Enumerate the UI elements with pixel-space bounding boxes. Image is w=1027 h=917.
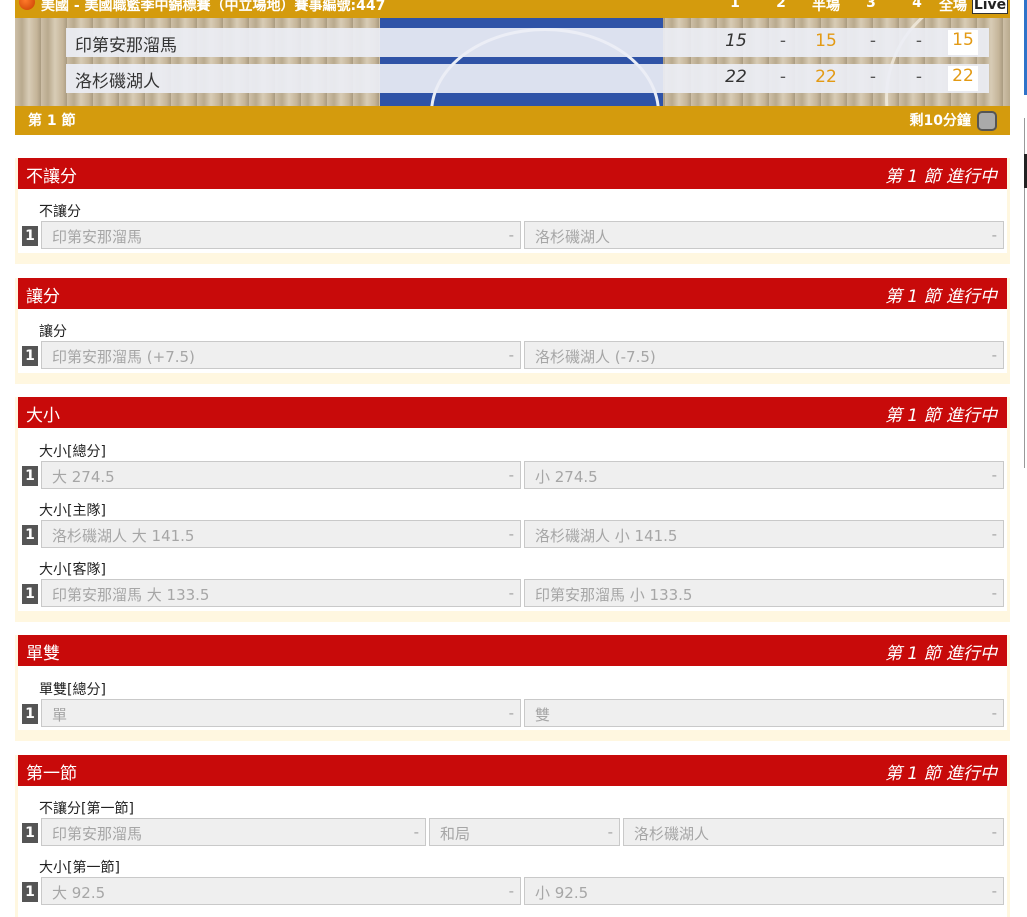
- bet-cell[interactable]: 雙-: [524, 699, 1004, 727]
- section-title: 第一節: [26, 764, 77, 784]
- team-name: 洛杉磯湖人: [75, 72, 160, 92]
- match-title: 美國 - 美國職籃季中錦標賽（中立場地）賽事編號:447: [41, 0, 386, 14]
- bet-cell[interactable]: 洛杉磯湖人 -: [623, 818, 1004, 846]
- score-q3: -: [869, 31, 877, 51]
- section-status: 第 1 節 進行中: [884, 406, 997, 426]
- toggle-button[interactable]: [977, 111, 997, 131]
- section-title: 大小: [26, 406, 60, 426]
- col-q4: 4: [912, 0, 922, 11]
- section-handicap: 讓分 第 1 節 進行中 讓分 1 印第安那溜馬 (+7.5) - 洛杉磯湖人 (…: [15, 278, 1010, 384]
- bet-cell[interactable]: 小 274.5-: [524, 461, 1004, 489]
- bet-cell[interactable]: 大 274.5-: [41, 461, 521, 489]
- row-number: 1: [22, 584, 38, 604]
- section-odd-even: 單雙 第 1 節 進行中 單雙[總分] 1 單- 雙-: [15, 635, 1010, 741]
- section-header: 讓分 第 1 節 進行中: [18, 278, 1007, 309]
- section-title: 不讓分: [26, 167, 77, 187]
- section-first-quarter: 第一節 第 1 節 進行中 不讓分[第一節] 1 印第安那溜馬 - 和局 - 洛杉磯…: [15, 755, 1010, 917]
- row-number: 1: [22, 882, 38, 902]
- col-q2: 2: [776, 0, 786, 11]
- market-label: 讓分: [39, 324, 67, 340]
- market-label: 大小[總分]: [39, 444, 106, 460]
- col-full: 全場: [939, 0, 967, 14]
- row-number: 1: [22, 346, 38, 366]
- section-header: 大小 第 1 節 進行中: [18, 397, 1007, 428]
- current-period: 第 1 節: [28, 113, 76, 129]
- team-name: 印第安那溜馬: [75, 36, 177, 56]
- section-moneyline: 不讓分 第 1 節 進行中 不讓分 1 印第安那溜馬 - 洛杉磯湖人 -: [15, 158, 1010, 264]
- row-number: 1: [22, 226, 38, 246]
- section-status: 第 1 節 進行中: [884, 644, 997, 664]
- bet-cell[interactable]: 單-: [41, 699, 521, 727]
- bet-cell[interactable]: 洛杉磯湖人 -: [524, 221, 1004, 249]
- section-header: 單雙 第 1 節 進行中: [18, 635, 1007, 666]
- col-q1: 1: [730, 0, 740, 11]
- score-half: 22: [815, 67, 837, 87]
- market-label: 大小[第一節]: [39, 860, 120, 876]
- section-status: 第 1 節 進行中: [884, 287, 997, 307]
- section-title: 讓分: [26, 287, 60, 307]
- bet-cell[interactable]: 大 92.5-: [41, 877, 521, 905]
- score-q4: -: [915, 67, 923, 87]
- score-full: 15: [948, 30, 978, 55]
- team-score-row-away: 印第安那溜馬 15 - 15 - - 15: [66, 28, 989, 57]
- live-badge: Live: [972, 0, 1008, 14]
- bet-cell[interactable]: 和局 -: [429, 818, 620, 846]
- market-label: 大小[主隊]: [39, 503, 106, 519]
- time-remaining: 剩10分鐘: [909, 113, 971, 129]
- section-over-under: 大小 第 1 節 進行中 大小[總分] 1 大 274.5- 小 274.5- …: [15, 397, 1010, 622]
- row-number: 1: [22, 466, 38, 486]
- score-half: 15: [815, 31, 837, 51]
- market-label: 不讓分: [39, 204, 81, 220]
- score-q1: 15: [725, 31, 747, 51]
- score-q1: 22: [725, 67, 747, 87]
- bet-cell[interactable]: 印第安那溜馬 -: [41, 221, 521, 249]
- court-background: 印第安那溜馬 15 - 15 - - 15 洛杉磯湖人 22 - 22 - - …: [15, 18, 1010, 106]
- section-header: 第一節 第 1 節 進行中: [18, 755, 1007, 786]
- bet-cell[interactable]: 印第安那溜馬 大 133.5-: [41, 579, 521, 607]
- market-label: 不讓分[第一節]: [39, 801, 134, 817]
- bet-cell[interactable]: 小 92.5-: [524, 877, 1004, 905]
- bet-cell[interactable]: 洛杉磯湖人 (-7.5) -: [524, 341, 1004, 369]
- score-q3: -: [869, 67, 877, 87]
- match-header-bar: 美國 - 美國職籃季中錦標賽（中立場地）賽事編號:447 1 2 半場 3 4 …: [15, 0, 1010, 18]
- period-bar: 第 1 節 剩10分鐘: [15, 106, 1010, 135]
- section-status: 第 1 節 進行中: [884, 764, 997, 784]
- bet-cell[interactable]: 印第安那溜馬 -: [41, 818, 426, 846]
- section-title: 單雙: [26, 644, 60, 664]
- row-number: 1: [22, 704, 38, 724]
- bet-cell[interactable]: 印第安那溜馬 (+7.5) -: [41, 341, 521, 369]
- score-q2: -: [779, 67, 787, 87]
- bet-cell[interactable]: 洛杉磯湖人 小 141.5-: [524, 520, 1004, 548]
- bet-cell[interactable]: 印第安那溜馬 小 133.5-: [524, 579, 1004, 607]
- market-label: 大小[客隊]: [39, 562, 106, 578]
- row-number: 1: [22, 525, 38, 545]
- score-q2: -: [779, 31, 787, 51]
- team-score-row-home: 洛杉磯湖人 22 - 22 - - 22: [66, 64, 989, 93]
- bet-cell[interactable]: 洛杉磯湖人 大 141.5-: [41, 520, 521, 548]
- score-full: 22: [948, 66, 978, 91]
- market-label: 單雙[總分]: [39, 682, 106, 698]
- basketball-icon: [19, 0, 35, 10]
- section-status: 第 1 節 進行中: [884, 167, 997, 187]
- col-q3: 3: [866, 0, 876, 11]
- row-number: 1: [22, 823, 38, 843]
- section-header: 不讓分 第 1 節 進行中: [18, 158, 1007, 189]
- score-q4: -: [915, 31, 923, 51]
- col-half: 半場: [812, 0, 840, 14]
